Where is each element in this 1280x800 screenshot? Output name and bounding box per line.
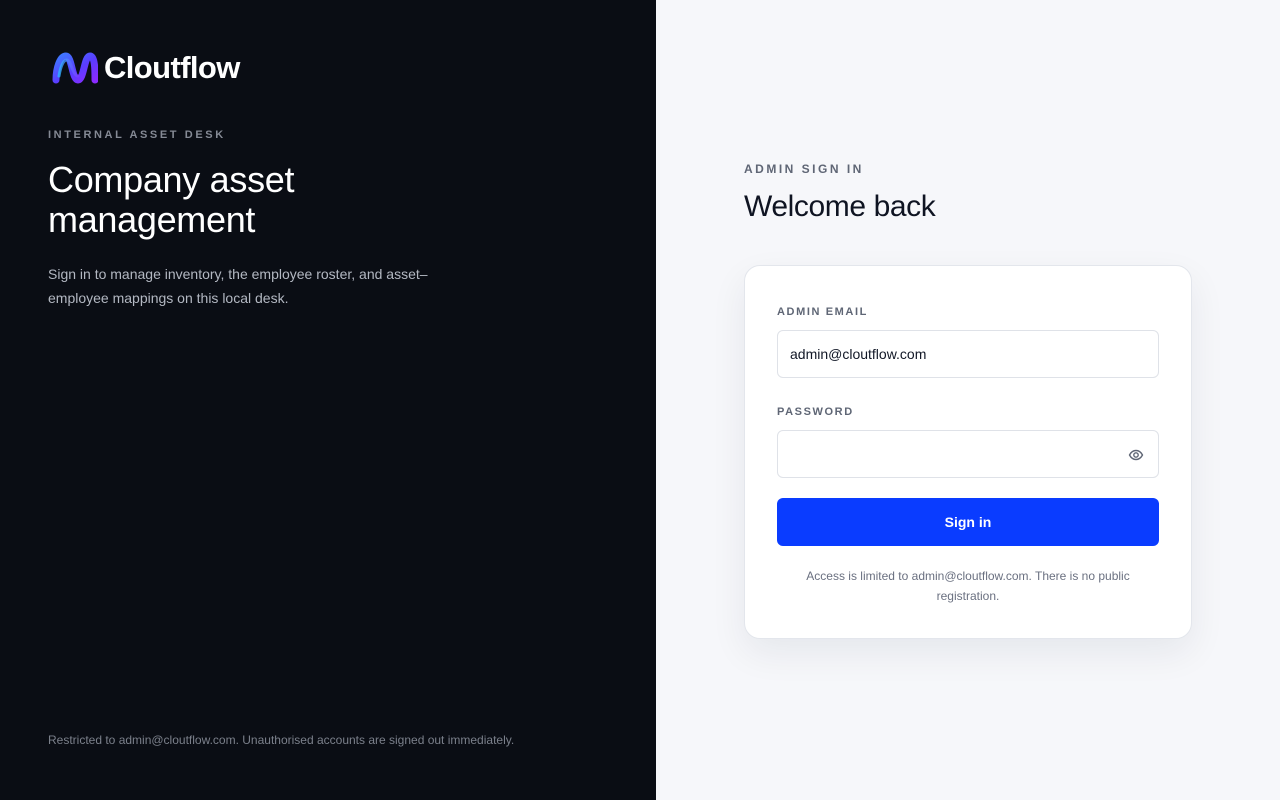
sign-in-button[interactable]: Sign in xyxy=(777,498,1159,546)
hero-eyebrow: INTERNAL ASSET DESK xyxy=(48,129,226,141)
page-title: Welcome back xyxy=(744,190,936,223)
hero-title: Company asset management xyxy=(48,159,295,240)
restriction-notice: Restricted to admin@cloutflow.com. Unaut… xyxy=(48,733,515,747)
brand-panel: Cloutflow INTERNAL ASSET DESK Company as… xyxy=(0,0,656,800)
signin-panel: ADMIN SIGN IN Welcome back ADMIN EMAIL a… xyxy=(656,0,1280,800)
email-value: admin@cloutflow.com xyxy=(790,346,927,362)
email-label: ADMIN EMAIL xyxy=(777,306,868,318)
eye-icon[interactable] xyxy=(1128,447,1144,463)
cloutflow-logo-icon xyxy=(52,52,98,84)
signin-card: ADMIN EMAIL admin@cloutflow.com PASSWORD… xyxy=(744,265,1192,639)
password-field[interactable] xyxy=(777,430,1159,478)
password-label: PASSWORD xyxy=(777,406,854,418)
access-note: Access is limited to admin@cloutflow.com… xyxy=(806,569,1130,603)
email-field[interactable]: admin@cloutflow.com xyxy=(777,330,1159,378)
brand-name: Cloutflow xyxy=(104,50,240,85)
signin-eyebrow: ADMIN SIGN IN xyxy=(744,162,864,176)
hero-description: Sign in to manage inventory, the employe… xyxy=(48,266,428,306)
brand-logo: Cloutflow xyxy=(52,52,240,84)
